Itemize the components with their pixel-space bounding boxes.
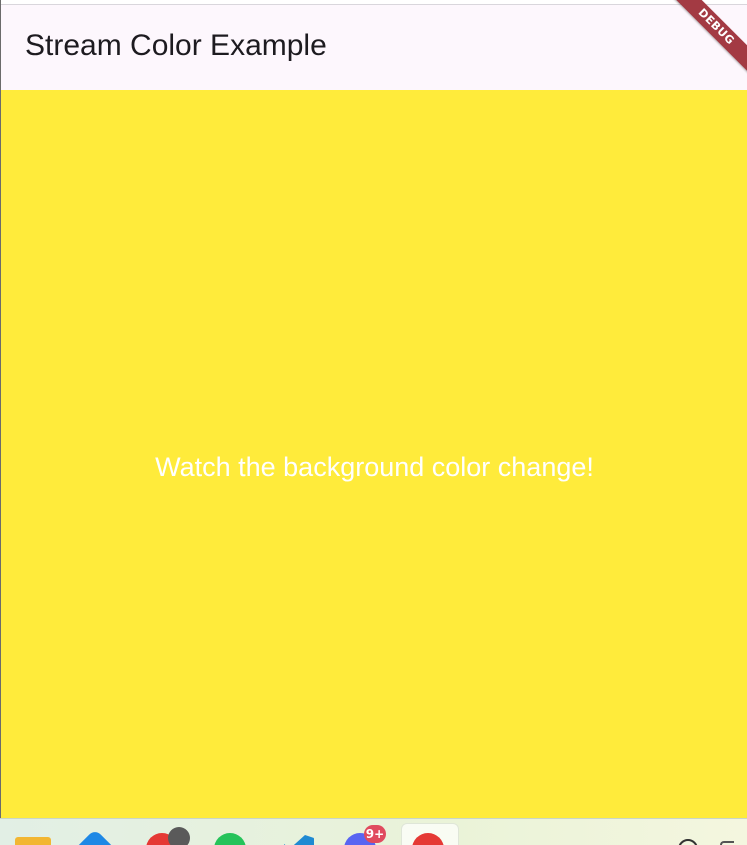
app-bar-title: Stream Color Example (25, 29, 327, 62)
app-window: Stream Color Example DEBUG Watch the bac… (0, 0, 747, 818)
whatsapp-icon[interactable] (214, 833, 246, 845)
tray-status-icon[interactable] (678, 839, 698, 845)
taskbar: 9+ (0, 818, 747, 845)
color-stream-body: Watch the background color change! (1, 90, 747, 818)
tray-wifi-icon[interactable] (720, 841, 734, 845)
app-bar: Stream Color Example (1, 5, 747, 90)
microsoft-365-icon[interactable] (73, 828, 117, 845)
notification-badge: 9+ (364, 825, 386, 843)
app-icon-overlay (168, 827, 190, 845)
color-change-message: Watch the background color change! (155, 452, 594, 482)
